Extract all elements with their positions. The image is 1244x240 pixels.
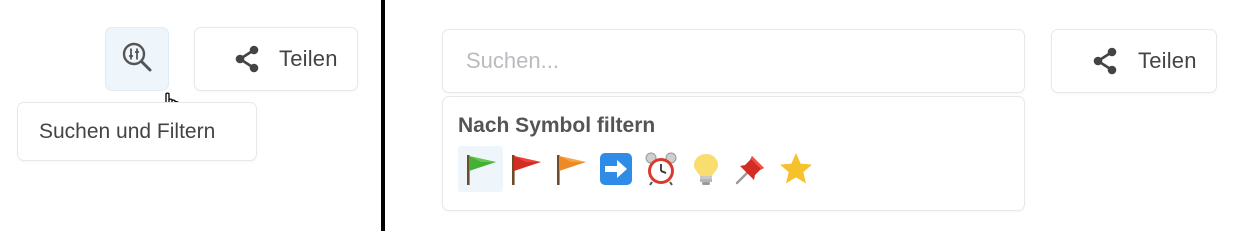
alarm-clock-icon[interactable] [638,146,683,192]
right-arrow-icon[interactable] [593,146,638,192]
tooltip-text: Suchen und Filtern [39,119,216,143]
share-button[interactable]: Teilen [195,28,357,90]
search-input[interactable] [464,47,1008,75]
search-field[interactable] [443,30,1024,92]
share-label: Teilen [279,46,338,71]
divider [381,0,385,231]
pushpin-icon[interactable] [728,146,773,192]
red-flag-icon[interactable] [503,146,548,192]
tooltip: Suchen und Filtern [18,103,256,160]
filter-title: Nach Symbol filtern [458,114,656,137]
share-icon [234,45,260,73]
search-filter-icon [120,40,154,79]
symbol-filter-panel: Nach Symbol filtern [443,97,1024,210]
green-flag-icon[interactable] [458,146,503,192]
share-label: Teilen [1138,48,1197,73]
share-icon [1092,47,1118,75]
light-bulb-icon[interactable] [683,146,728,192]
orange-flag-icon[interactable] [548,146,593,192]
star-icon[interactable] [773,146,818,192]
search-filter-button[interactable] [106,28,168,90]
share-button[interactable]: Teilen [1052,30,1216,92]
symbol-list [458,146,818,192]
